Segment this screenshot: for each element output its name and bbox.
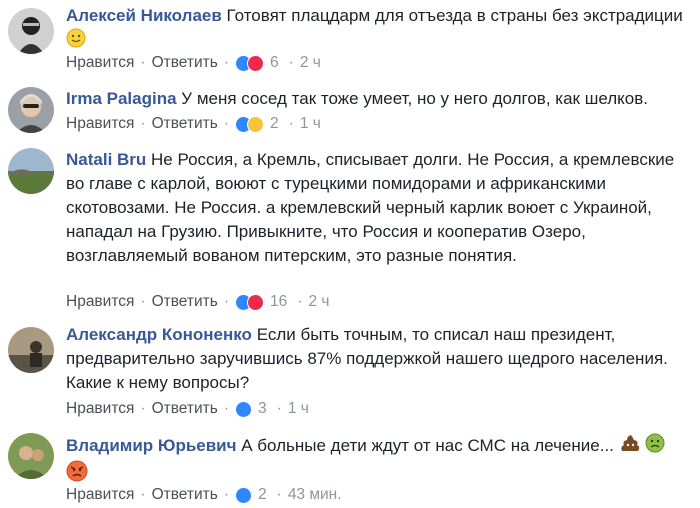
comment-time[interactable]: 2 ч xyxy=(300,54,321,72)
comment-time[interactable]: 1 ч xyxy=(288,400,309,418)
avatar[interactable] xyxy=(8,8,54,54)
reactions[interactable]: 2 xyxy=(235,486,267,504)
reaction-count: 6 xyxy=(270,54,279,71)
reactions[interactable]: 16 xyxy=(235,293,287,311)
separator: · xyxy=(288,54,294,71)
comment-body: Александр Кононенко Если быть точным, то… xyxy=(66,323,690,395)
reply-link[interactable]: Ответить xyxy=(152,486,218,504)
separator: · xyxy=(297,293,303,310)
comment-body: Natali Bru Не Россия, а Кремль, списывае… xyxy=(66,148,690,268)
like-link[interactable]: Нравится xyxy=(66,400,134,418)
reaction-count: 16 xyxy=(270,293,288,310)
avatar[interactable] xyxy=(8,327,54,373)
like-link[interactable]: Нравится xyxy=(66,486,134,504)
separator: · xyxy=(288,115,294,132)
avatar-image xyxy=(8,327,54,373)
poop-emoji xyxy=(619,433,641,460)
separator: · xyxy=(140,54,146,71)
separator: · xyxy=(140,400,146,417)
separator: · xyxy=(140,115,146,132)
comment-time[interactable]: 1 ч xyxy=(300,115,321,133)
comment-actions: Нравится · Ответить · 6 · 2 ч xyxy=(66,52,321,74)
separator: · xyxy=(223,400,230,417)
separator: · xyxy=(140,293,146,310)
love-reaction-icon xyxy=(247,54,265,72)
reactions[interactable]: 3 xyxy=(235,400,267,418)
avatar-image xyxy=(8,87,54,133)
reply-link[interactable]: Ответить xyxy=(152,293,218,311)
comment-actions: Нравится · Ответить · 2 · 1 ч xyxy=(66,113,321,135)
comment-author[interactable]: Владимир Юрьевич xyxy=(66,436,237,455)
reactions[interactable]: 6 xyxy=(235,54,279,72)
avatar-image xyxy=(8,433,54,479)
separator: · xyxy=(223,54,230,71)
avatar-image xyxy=(8,148,54,194)
comment-author[interactable]: Александр Кононенко xyxy=(66,325,252,344)
sick-emoji xyxy=(645,433,665,460)
smile-emoji xyxy=(66,28,86,55)
comment-author[interactable]: Natali Bru xyxy=(66,150,146,169)
comment-text: А больные дети ждут от нас СМС на лечени… xyxy=(241,435,614,455)
like-link[interactable]: Нравится xyxy=(66,54,134,72)
reply-link[interactable]: Ответить xyxy=(152,400,218,418)
comment-body: Алексей Николаев Готовят плацдарм для от… xyxy=(66,4,690,55)
comment-actions: Нравится · Ответить · 3 · 1 ч xyxy=(66,398,309,420)
avatar[interactable] xyxy=(8,433,54,479)
separator: · xyxy=(223,486,230,503)
separator: · xyxy=(140,486,146,503)
comment-text: Не Россия, а Кремль, списывает долги. Не… xyxy=(66,150,675,265)
love-reaction-icon xyxy=(247,293,265,311)
haha-reaction-icon xyxy=(247,115,265,133)
comment-author[interactable]: Irma Palagina xyxy=(66,89,177,108)
separator: · xyxy=(276,400,282,417)
reaction-count: 2 xyxy=(258,486,267,503)
separator: · xyxy=(276,486,282,503)
like-reaction-icon xyxy=(235,400,253,418)
reply-link[interactable]: Ответить xyxy=(152,54,218,72)
reply-link[interactable]: Ответить xyxy=(152,115,218,133)
separator: · xyxy=(223,293,230,310)
comment-text: У меня сосед так тоже умеет, но у него д… xyxy=(181,89,648,108)
avatar[interactable] xyxy=(8,148,54,194)
reaction-count: 2 xyxy=(270,115,279,132)
reaction-count: 3 xyxy=(258,400,267,417)
comment-actions: Нравится · Ответить · 16 · 2 ч xyxy=(66,291,329,313)
comment-text: Готовят плацдарм для отъезда в страны бе… xyxy=(226,6,683,25)
like-reaction-icon xyxy=(235,486,253,504)
comment-body: Irma Palagina У меня сосед так тоже умее… xyxy=(66,87,690,111)
like-link[interactable]: Нравится xyxy=(66,115,134,133)
comment-body: Владимир Юрьевич А больные дети ждут от … xyxy=(66,433,690,489)
reactions[interactable]: 2 xyxy=(235,115,279,133)
comment-actions: Нравится · Ответить · 2 · 43 мин. xyxy=(66,484,342,506)
comment-time[interactable]: 2 ч xyxy=(308,293,329,311)
avatar[interactable] xyxy=(8,87,54,133)
comment-time[interactable]: 43 мин. xyxy=(288,486,342,504)
comment-author[interactable]: Алексей Николаев xyxy=(66,6,222,25)
avatar-image xyxy=(8,8,54,54)
like-link[interactable]: Нравится xyxy=(66,293,134,311)
separator: · xyxy=(223,115,230,132)
